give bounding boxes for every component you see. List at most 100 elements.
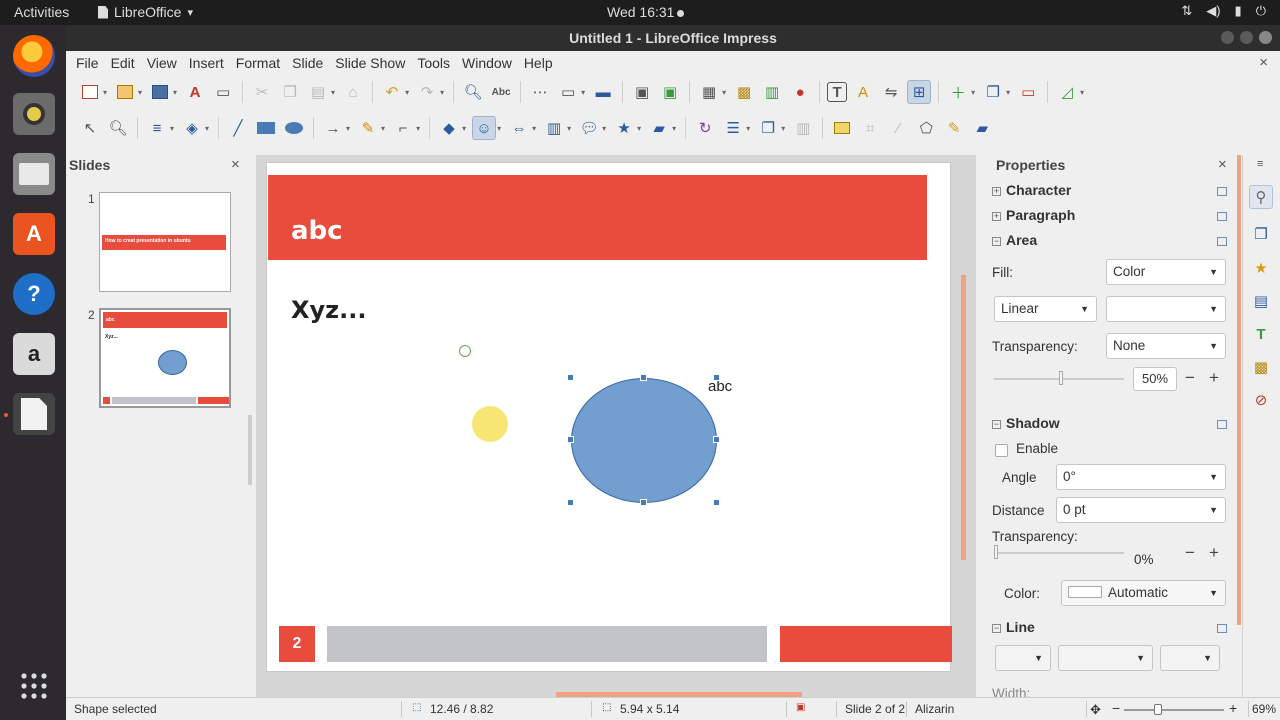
curves-icon[interactable]: ✎ (356, 116, 380, 140)
fit-slide-icon[interactable]: ✥ (1090, 702, 1101, 718)
glue-points-icon[interactable]: ✎ (942, 116, 966, 140)
rotate-icon[interactable]: ↻ (693, 116, 717, 140)
distribute-icon[interactable]: ▥ (791, 116, 815, 140)
increase-button[interactable]: + (1203, 543, 1225, 565)
export-pdf-icon[interactable]: A (183, 80, 207, 104)
paste-icon[interactable]: ▤ (306, 80, 330, 104)
basic-shapes-icon[interactable]: ◆ (437, 116, 461, 140)
selected-ellipse-shape[interactable] (571, 378, 717, 503)
symbol-shapes-icon[interactable]: ☺ (472, 116, 497, 140)
power-icon[interactable]: ⏻ (1256, 3, 1266, 19)
callouts-icon[interactable]: 💬︎ (577, 116, 601, 140)
more-options-button[interactable] (1217, 212, 1227, 221)
crop-icon[interactable]: ⌗ (858, 116, 882, 140)
section-paragraph[interactable]: + Paragraph (992, 207, 1075, 223)
master-slides-icon[interactable]: ▤ (1249, 289, 1273, 313)
zoom-slider[interactable] (1124, 709, 1224, 711)
slider-knob[interactable] (1059, 371, 1063, 385)
spelling-icon[interactable]: Abc (489, 80, 513, 104)
pane-splitter[interactable] (246, 155, 254, 485)
line-width-dropdown[interactable]: ▼ (1058, 645, 1153, 671)
amazon-icon[interactable]: a (13, 333, 55, 375)
zoom-slider-knob[interactable] (1154, 704, 1162, 715)
close-window-button[interactable] (1259, 31, 1272, 44)
gradient-type-dropdown[interactable]: Linear ▼ (994, 296, 1097, 322)
fill-dropdown[interactable]: Color ▼ (1106, 259, 1226, 285)
clone-formatting-icon[interactable]: ⌂ (341, 80, 365, 104)
section-area[interactable]: − Area (992, 232, 1037, 248)
menu-format[interactable]: Format (230, 55, 286, 71)
menu-window[interactable]: Window (456, 55, 518, 71)
shadow-icon[interactable] (830, 116, 854, 140)
decrease-button[interactable]: − (1179, 543, 1201, 565)
more-options-button[interactable] (1217, 237, 1227, 246)
hyperlink-icon[interactable]: ⇋ (879, 80, 903, 104)
help-icon[interactable]: ? (13, 273, 55, 315)
open-icon[interactable] (113, 80, 137, 104)
system-tray[interactable]: ⇅ ◀) ▮ ⏻ (1181, 3, 1266, 19)
section-line[interactable]: − Line (992, 619, 1035, 635)
duplicate-slide-icon[interactable]: ❐ (981, 80, 1005, 104)
menu-help[interactable]: Help (518, 55, 559, 71)
shadow-distance-combo[interactable]: 0 pt ▼ (1056, 497, 1226, 523)
software-center-icon[interactable]: A (13, 213, 55, 255)
line-color-icon[interactable]: ≡ (145, 116, 169, 140)
copy-icon[interactable]: ❐ (278, 80, 302, 104)
clock[interactable]: Wed 16:31 (607, 4, 685, 20)
toggle-extrusion-icon[interactable]: ▰ (970, 116, 994, 140)
grid-display-icon[interactable]: ⋯ (528, 80, 552, 104)
slide-transition-icon[interactable]: ❐ (1249, 222, 1273, 246)
display-views-icon[interactable]: ▭ (556, 80, 580, 104)
rotation-handle[interactable] (459, 345, 471, 357)
styles-icon[interactable]: T (1249, 322, 1273, 346)
new-slide-icon[interactable]: ＋ (946, 80, 970, 104)
find-replace-icon[interactable]: 🔍︎ (461, 80, 485, 104)
slide-thumbnail-2[interactable]: abc Xyz... (99, 308, 231, 408)
start-current-slide-icon[interactable]: ▣ (658, 80, 682, 104)
select-icon[interactable]: ↖ (78, 116, 102, 140)
points-icon[interactable]: ⬠ (914, 116, 938, 140)
close-slides-pane-icon[interactable]: × (231, 156, 240, 173)
section-shadow[interactable]: − Shadow (992, 415, 1060, 431)
arrange-icon[interactable]: ❐ (756, 116, 780, 140)
gallery-icon[interactable]: ▩ (1249, 355, 1273, 379)
resize-handle-ne[interactable] (713, 374, 720, 381)
slide-layout-icon[interactable]: ◿ (1055, 80, 1079, 104)
menu-edit[interactable]: Edit (105, 55, 141, 71)
transparency-dropdown[interactable]: None ▼ (1106, 333, 1226, 359)
rectangle-icon[interactable] (254, 116, 278, 140)
zoom-level[interactable]: 69% (1252, 702, 1276, 716)
resize-handle-n[interactable] (640, 374, 647, 381)
rhythmbox-icon[interactable] (13, 93, 55, 135)
resize-handle-e[interactable] (713, 436, 720, 443)
slide-thumbnail-1[interactable]: How to creat presentation in ubuntu (99, 192, 231, 292)
lines-arrows-icon[interactable]: → (321, 116, 345, 140)
image-icon[interactable]: ▩ (732, 80, 756, 104)
menu-insert[interactable]: Insert (183, 55, 230, 71)
activities-button[interactable]: Activities (14, 4, 69, 20)
close-sidebar-icon[interactable]: × (1218, 156, 1227, 173)
helplines-icon[interactable]: ⊞ (907, 80, 932, 104)
network-icon[interactable]: ⇅ (1181, 3, 1192, 19)
vertical-scrollbar[interactable] (961, 275, 966, 560)
line-icon[interactable]: ╱ (226, 116, 250, 140)
fill-color-dropdown[interactable]: ▼ (1106, 296, 1226, 322)
stars-icon[interactable]: ★ (612, 116, 636, 140)
connectors-icon[interactable]: ⌐ (391, 116, 415, 140)
menu-view[interactable]: View (141, 55, 183, 71)
line-color-dropdown[interactable]: ▼ (1160, 645, 1220, 671)
ellipse-icon[interactable] (282, 116, 306, 140)
flowchart-icon[interactable]: ▥ (542, 116, 566, 140)
zoom-out-button[interactable]: − (1112, 700, 1120, 716)
deck-menu-icon[interactable]: ≡ (1257, 158, 1263, 170)
redo-icon[interactable]: ↷ (415, 80, 439, 104)
slide-title[interactable]: abc (291, 216, 343, 246)
fill-color-icon[interactable]: ◈ (180, 116, 204, 140)
menu-tools[interactable]: Tools (411, 55, 456, 71)
shadow-enable-checkbox[interactable] (995, 444, 1008, 457)
files-icon[interactable] (13, 153, 55, 195)
increase-button[interactable]: + (1203, 368, 1225, 390)
line-style-dropdown[interactable]: ▼ (995, 645, 1051, 671)
more-options-button[interactable] (1217, 187, 1227, 196)
shadow-transparency-slider[interactable] (994, 552, 1124, 554)
